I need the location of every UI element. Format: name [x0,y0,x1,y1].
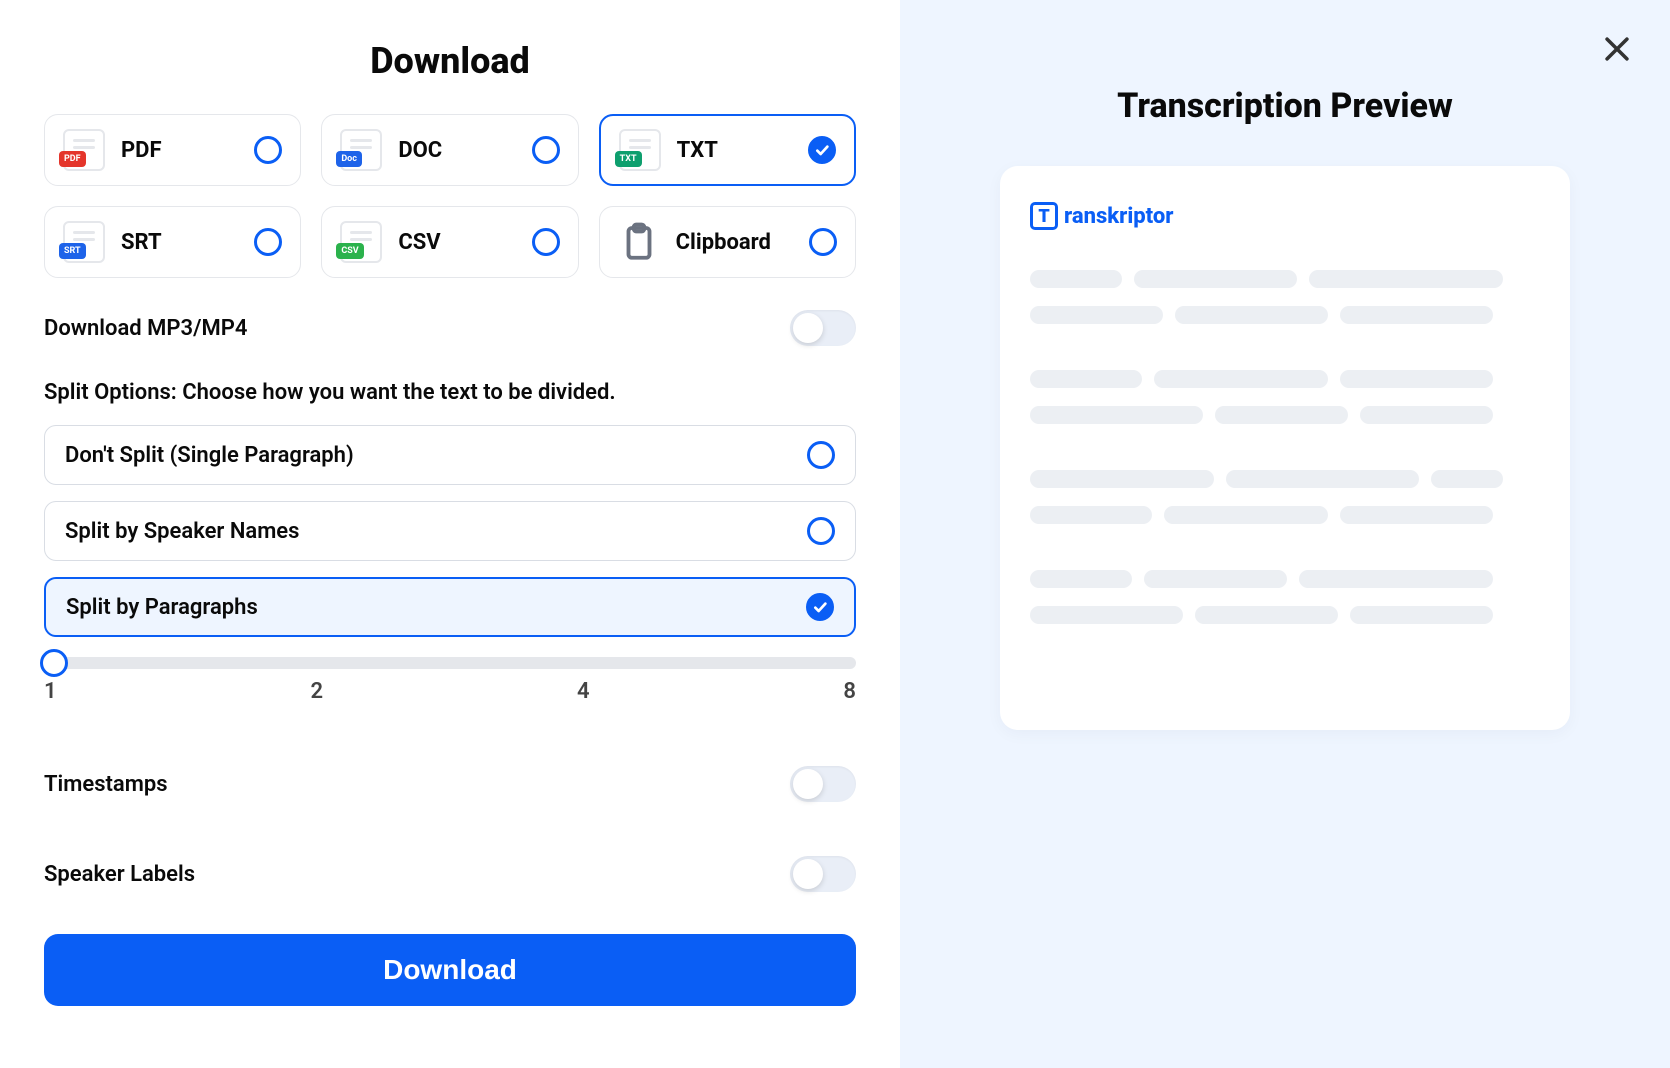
file-csv-icon: CSV [340,221,382,263]
toggle-row-mp3: Download MP3/MP4 [44,310,856,346]
toggle-row-timestamps: Timestamps [44,766,856,802]
format-card-doc[interactable]: Doc DOC [321,114,578,186]
file-txt-icon: TXT [619,129,661,171]
radio-icon [807,441,835,469]
skeleton-paragraph [1030,370,1540,424]
toggle-knob [793,313,823,343]
format-card-txt[interactable]: TXT TXT [599,114,856,186]
toggle-knob [793,769,823,799]
file-pdf-icon: PDF [63,129,105,171]
split-options-heading: Split Options: Choose how you want the t… [44,380,856,405]
radio-icon [532,136,560,164]
download-panel: Download PDF PDF Doc DOC TXT TXT [0,0,900,1068]
more-toggles: Timestamps Speaker Labels [44,734,856,892]
split-option-speaker-names[interactable]: Split by Speaker Names [44,501,856,561]
format-grid: PDF PDF Doc DOC TXT TXT [44,114,856,278]
radio-checked-icon [808,136,836,164]
radio-icon [254,228,282,256]
brand-logo: T ranskriptor [1030,202,1540,230]
slider-tick: 1 [44,679,57,704]
timestamps-label: Timestamps [44,772,168,797]
paragraph-slider: 1 2 4 8 [44,657,856,704]
split-option-label: Don't Split (Single Paragraph) [65,443,354,468]
split-options-list: Don't Split (Single Paragraph) Split by … [44,425,856,637]
timestamps-toggle[interactable] [790,766,856,802]
radio-checked-icon [806,593,834,621]
skeleton-paragraph [1030,270,1540,324]
toggle-knob [793,859,823,889]
preview-panel: Transcription Preview T ranskriptor [900,0,1670,1068]
slider-tick: 2 [310,679,323,704]
speaker-labels-label: Speaker Labels [44,862,195,887]
slider-tick: 8 [843,679,856,704]
split-option-paragraphs[interactable]: Split by Paragraphs [44,577,856,637]
toggle-row-speaker-labels: Speaker Labels [44,856,856,892]
format-card-srt[interactable]: SRT SRT [44,206,301,278]
format-card-clipboard[interactable]: Clipboard [599,206,856,278]
download-button[interactable]: Download [44,934,856,1006]
split-option-label: Split by Paragraphs [66,595,258,620]
format-label: PDF [121,138,238,163]
skeleton-paragraph [1030,570,1540,624]
speaker-labels-toggle[interactable] [790,856,856,892]
file-doc-icon: Doc [340,129,382,171]
radio-icon [254,136,282,164]
slider-track[interactable] [44,657,856,669]
radio-icon [532,228,560,256]
format-card-pdf[interactable]: PDF PDF [44,114,301,186]
mp3-label: Download MP3/MP4 [44,316,247,341]
format-card-csv[interactable]: CSV CSV [321,206,578,278]
clipboard-icon [618,221,660,263]
preview-card: T ranskriptor [1000,166,1570,730]
format-label: TXT [677,138,792,163]
file-srt-icon: SRT [63,221,105,263]
format-label: Clipboard [676,230,793,255]
format-label: CSV [398,230,515,255]
close-icon[interactable] [1600,32,1634,66]
radio-icon [807,517,835,545]
slider-thumb[interactable] [40,649,68,677]
format-label: DOC [398,138,515,163]
brand-text: ranskriptor [1064,204,1173,229]
skeleton-paragraph [1030,470,1540,524]
brand-mark-icon: T [1030,202,1058,230]
preview-title: Transcription Preview [1117,86,1453,126]
slider-tick: 4 [577,679,590,704]
mp3-toggle[interactable] [790,310,856,346]
split-option-dont-split[interactable]: Don't Split (Single Paragraph) [44,425,856,485]
download-title: Download [44,40,856,82]
slider-ticks: 1 2 4 8 [44,679,856,704]
split-option-label: Split by Speaker Names [65,519,299,544]
format-label: SRT [121,230,238,255]
radio-icon [809,228,837,256]
